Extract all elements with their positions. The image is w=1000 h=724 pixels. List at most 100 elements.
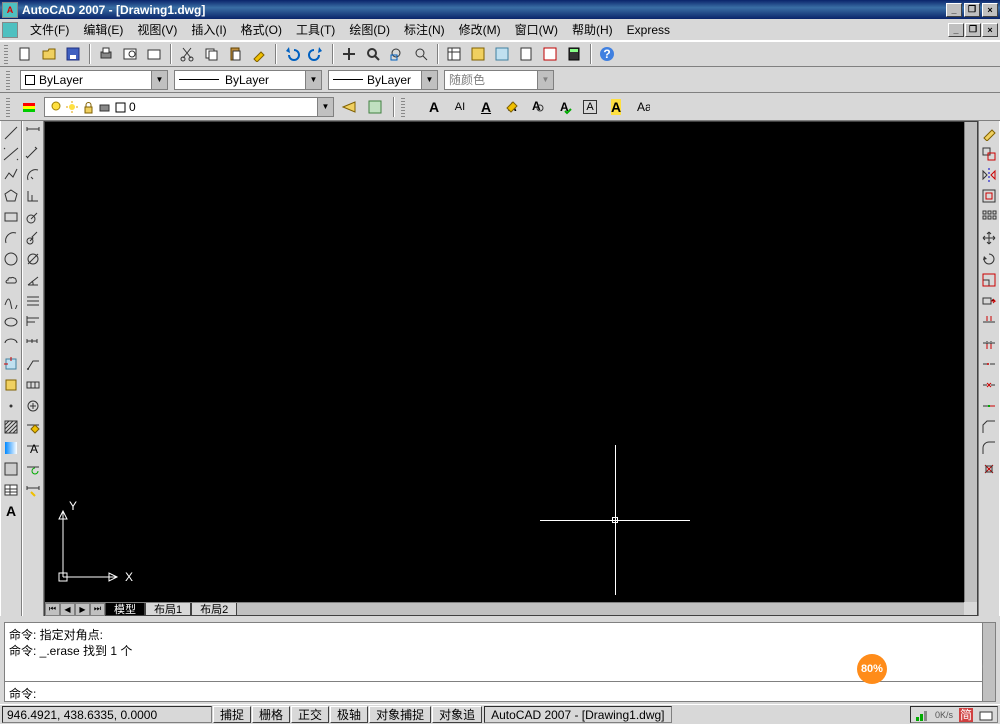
dim-update-button[interactable] — [23, 459, 43, 479]
ellipse-arc-button[interactable] — [1, 333, 21, 353]
erase-button[interactable] — [979, 123, 999, 143]
dim-tedit-button[interactable]: A — [23, 438, 43, 458]
tab-prev-button[interactable]: ◀ — [60, 603, 75, 616]
save-button[interactable] — [62, 43, 84, 65]
rotate-button[interactable] — [979, 249, 999, 269]
markup-button[interactable] — [539, 43, 561, 65]
convert-button[interactable]: Aa — [631, 96, 653, 118]
color-combo[interactable]: ByLayer ▼ — [20, 70, 168, 90]
menu-format[interactable]: 格式(O) — [235, 19, 288, 40]
dim-arc-button[interactable] — [23, 165, 43, 185]
line-button[interactable] — [1, 123, 21, 143]
extend-button[interactable] — [979, 333, 999, 353]
rectangle-button[interactable] — [1, 207, 21, 227]
gradient-button[interactable] — [1, 438, 21, 458]
otrack-toggle[interactable]: 对象追 — [432, 706, 482, 723]
dim-aligned-button[interactable] — [23, 144, 43, 164]
toolbar-grip-icon[interactable] — [6, 70, 10, 90]
properties-button[interactable] — [443, 43, 465, 65]
spell-button[interactable]: A — [553, 96, 575, 118]
menu-tools[interactable]: 工具(T) — [290, 19, 341, 40]
osnap-toggle[interactable]: 对象捕捉 — [369, 706, 431, 723]
dropdown-arrow-icon[interactable]: ▼ — [151, 71, 167, 89]
drawing-canvas[interactable]: Y X — [45, 122, 964, 602]
grid-toggle[interactable]: 栅格 — [252, 706, 290, 723]
edit-text-button[interactable]: A — [501, 96, 523, 118]
mdi-restore-button[interactable]: ❐ — [965, 23, 981, 37]
menu-modify[interactable]: 修改(M) — [453, 19, 507, 40]
lineweight-combo[interactable]: ByLayer ▼ — [328, 70, 438, 90]
textstyle-button[interactable]: A — [475, 96, 497, 118]
tab-last-button[interactable]: ⏭ — [90, 603, 105, 616]
menu-dimension[interactable]: 标注(N) — [398, 19, 451, 40]
menu-window[interactable]: 窗口(W) — [509, 19, 564, 40]
layer-prev-button[interactable] — [338, 96, 360, 118]
taskbar-app-button[interactable]: AutoCAD 2007 - [Drawing1.dwg] — [484, 706, 671, 723]
layer-states-button[interactable] — [364, 96, 386, 118]
join-button[interactable] — [979, 396, 999, 416]
tab-first-button[interactable]: ⏮ — [45, 603, 60, 616]
point-button[interactable] — [1, 396, 21, 416]
array-button[interactable] — [979, 207, 999, 227]
preview-button[interactable] — [119, 43, 141, 65]
dropdown-arrow-icon[interactable]: ▼ — [305, 71, 321, 89]
designcenter-button[interactable] — [467, 43, 489, 65]
find-button[interactable]: A — [527, 96, 549, 118]
chamfer-button[interactable] — [979, 417, 999, 437]
stretch-button[interactable] — [979, 291, 999, 311]
linetype-combo[interactable]: ByLayer ▼ — [174, 70, 322, 90]
insert-block-button[interactable] — [1, 354, 21, 374]
dropdown-arrow-icon[interactable]: ▼ — [421, 71, 437, 89]
menu-insert[interactable]: 插入(I) — [185, 19, 232, 40]
revcloud-button[interactable] — [1, 270, 21, 290]
cut-button[interactable] — [176, 43, 198, 65]
mtext-button[interactable]: A — [423, 96, 445, 118]
dtext-button[interactable]: AI — [449, 96, 471, 118]
dim-continue-button[interactable] — [23, 333, 43, 353]
toolpalette-button[interactable] — [491, 43, 513, 65]
copy-obj-button[interactable] — [979, 144, 999, 164]
dim-edit-button[interactable] — [23, 417, 43, 437]
menu-help[interactable]: 帮助(H) — [566, 19, 619, 40]
plotstyle-combo[interactable]: 随颜色 ▼ — [444, 70, 554, 90]
menu-express[interactable]: Express — [621, 21, 676, 39]
xline-button[interactable] — [1, 144, 21, 164]
mirror-button[interactable] — [979, 165, 999, 185]
net-icon[interactable] — [915, 708, 929, 722]
trim-button[interactable] — [979, 312, 999, 332]
explode-button[interactable] — [979, 459, 999, 479]
redo-button[interactable] — [305, 43, 327, 65]
make-block-button[interactable] — [1, 375, 21, 395]
print-button[interactable] — [95, 43, 117, 65]
region-button[interactable] — [1, 459, 21, 479]
zoom-prev-button[interactable] — [410, 43, 432, 65]
polygon-button[interactable] — [1, 186, 21, 206]
calc-button[interactable] — [563, 43, 585, 65]
fillet-button[interactable] — [979, 438, 999, 458]
hatch-button[interactable] — [1, 417, 21, 437]
horizontal-scrollbar[interactable]: ⏮ ◀ ▶ ⏭ 模型 布局1 布局2 — [45, 602, 964, 615]
ortho-toggle[interactable]: 正交 — [291, 706, 329, 723]
dim-radius-button[interactable] — [23, 207, 43, 227]
menu-draw[interactable]: 绘图(D) — [343, 19, 396, 40]
tab-next-button[interactable]: ▶ — [75, 603, 90, 616]
zoom-rt-button[interactable] — [362, 43, 384, 65]
dim-diameter-button[interactable] — [23, 249, 43, 269]
dimstyle-button[interactable] — [23, 480, 43, 500]
qdim-button[interactable] — [23, 291, 43, 311]
restore-button[interactable]: ❐ — [964, 3, 980, 17]
dropdown-arrow-icon[interactable]: ▼ — [537, 71, 553, 89]
copy-button[interactable] — [200, 43, 222, 65]
undo-button[interactable] — [281, 43, 303, 65]
cmd-scrollbar[interactable] — [982, 623, 995, 701]
toolbar-grip-icon[interactable] — [4, 44, 8, 64]
keyboard-icon[interactable] — [979, 708, 993, 722]
dim-ordinate-button[interactable] — [23, 186, 43, 206]
layer-combo[interactable]: 0 ▼ — [44, 97, 334, 117]
scale-text-button[interactable]: A — [579, 96, 601, 118]
menu-edit[interactable]: 编辑(E) — [77, 19, 129, 40]
zoom-win-button[interactable] — [386, 43, 408, 65]
layer-manager-button[interactable] — [18, 96, 40, 118]
break-button[interactable] — [979, 375, 999, 395]
vertical-scrollbar[interactable] — [964, 122, 977, 602]
